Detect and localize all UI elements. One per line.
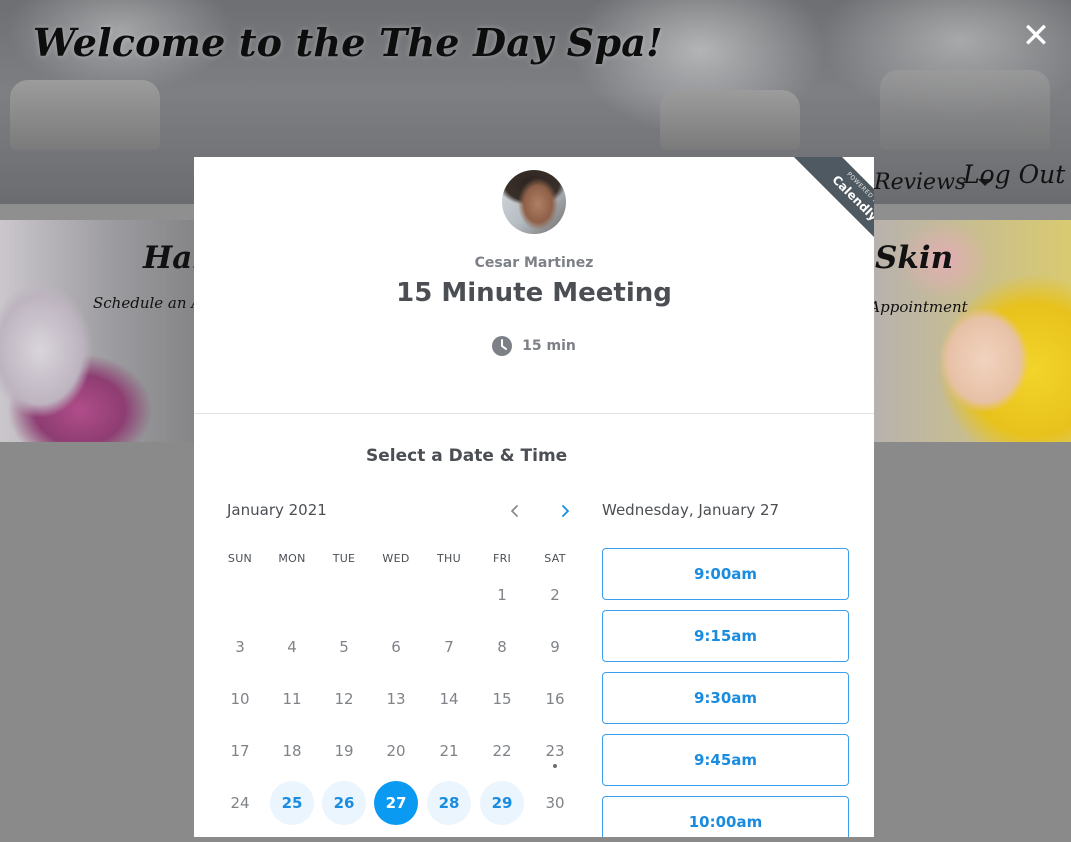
promo-skin-subtitle: Schedule an Appointment bbox=[874, 298, 968, 316]
calendar-day: 13 bbox=[386, 690, 406, 708]
select-date-heading: Select a Date & Time bbox=[366, 446, 568, 466]
decor-sofa bbox=[660, 90, 800, 150]
calendar-day: 24 bbox=[230, 794, 250, 812]
host-name: Cesar Martinez bbox=[474, 255, 594, 271]
weekday-header: MON bbox=[278, 552, 306, 565]
calendar-day: 14 bbox=[439, 690, 459, 708]
calendar-day: 9 bbox=[550, 638, 560, 656]
calendar-day: 19 bbox=[334, 742, 354, 760]
event-duration: 15 min bbox=[194, 336, 874, 356]
calendar-day: 20 bbox=[386, 742, 406, 760]
header-divider-line bbox=[194, 413, 874, 414]
calendar-day: 5 bbox=[339, 638, 349, 656]
calendar-day: 21 bbox=[439, 742, 459, 760]
promo-hair-card[interactable]: Hair Schedule an Appointment bbox=[0, 220, 194, 442]
promo-hair-subtitle: Schedule an Appointment bbox=[93, 294, 194, 312]
calendar-day: 18 bbox=[282, 742, 302, 760]
ribbon-band: POWERED BY Calendly bbox=[791, 157, 874, 249]
calendar-day: 16 bbox=[545, 690, 565, 708]
calendar-day: 3 bbox=[235, 638, 245, 656]
calendar-day-available[interactable]: 29 bbox=[480, 781, 524, 825]
calendar-day: 6 bbox=[391, 638, 401, 656]
time-slot-button[interactable]: 9:30am bbox=[602, 672, 849, 724]
calendar-day-available[interactable]: 28 bbox=[427, 781, 471, 825]
calendar-day: 1 bbox=[497, 586, 507, 604]
decor-sofa bbox=[880, 70, 1050, 150]
weekday-header: TUE bbox=[332, 552, 356, 565]
calendar-day: 2 bbox=[550, 586, 560, 604]
duration-label: 15 min bbox=[522, 338, 576, 354]
calendar-day: 11 bbox=[282, 690, 302, 708]
month-label: January 2021 bbox=[227, 501, 327, 519]
chevron-right-icon[interactable] bbox=[555, 500, 575, 522]
calendar-day: 23 bbox=[533, 729, 577, 773]
nav-logout-link[interactable]: Log Out bbox=[963, 160, 1065, 189]
weekday-header: SUN bbox=[227, 552, 253, 565]
promo-skin-title: Skin bbox=[875, 240, 954, 276]
site-nav: Reviews Log Out bbox=[874, 160, 1071, 204]
promo-skin-card[interactable]: Skin Schedule an Appointment bbox=[874, 220, 1071, 442]
time-slot-button[interactable]: 9:45am bbox=[602, 734, 849, 786]
close-icon[interactable]: ✕ bbox=[1020, 19, 1052, 53]
site-title: Welcome to the The Day Spa! bbox=[33, 20, 663, 65]
ribbon-brand: Calendly bbox=[829, 172, 874, 224]
calendar-day: 4 bbox=[287, 638, 297, 656]
host-avatar bbox=[502, 170, 566, 234]
event-title: 15 Minute Meeting bbox=[396, 278, 672, 308]
calendly-modal: POWERED BY Calendly Cesar Martinez 15 Mi… bbox=[194, 157, 874, 837]
clock-icon bbox=[492, 336, 513, 356]
calendar-day: 17 bbox=[230, 742, 250, 760]
calendar-day: 8 bbox=[497, 638, 507, 656]
calendar-day: 22 bbox=[492, 742, 512, 760]
promo-hair-title: Hair bbox=[143, 240, 194, 276]
weekday-header: THU bbox=[437, 552, 461, 565]
calendar-day-selected[interactable]: 27 bbox=[374, 781, 418, 825]
weekday-header: FRI bbox=[492, 552, 512, 565]
calendar-day: 10 bbox=[230, 690, 250, 708]
time-slot-button[interactable]: 10:00am bbox=[602, 796, 849, 837]
powered-by-ribbon[interactable]: POWERED BY Calendly bbox=[786, 157, 874, 249]
time-slot-button[interactable]: 9:15am bbox=[602, 610, 849, 662]
calendar-day: 30 bbox=[545, 794, 565, 812]
selected-date-label: Wednesday, January 27 bbox=[602, 501, 780, 519]
weekday-header: SAT bbox=[544, 552, 566, 565]
calendar-day-available[interactable]: 26 bbox=[322, 781, 366, 825]
today-indicator bbox=[553, 764, 557, 768]
calendar-day: 12 bbox=[334, 690, 354, 708]
calendar-day-available[interactable]: 25 bbox=[270, 781, 314, 825]
weekday-header: WED bbox=[382, 552, 410, 565]
time-slot-button[interactable]: 9:00am bbox=[602, 548, 849, 600]
chevron-left-icon[interactable] bbox=[505, 500, 525, 522]
decor-sofa bbox=[10, 80, 160, 150]
calendar-day: 7 bbox=[444, 638, 454, 656]
nav-reviews-label: Reviews bbox=[874, 169, 967, 195]
calendar-day: 15 bbox=[492, 690, 512, 708]
